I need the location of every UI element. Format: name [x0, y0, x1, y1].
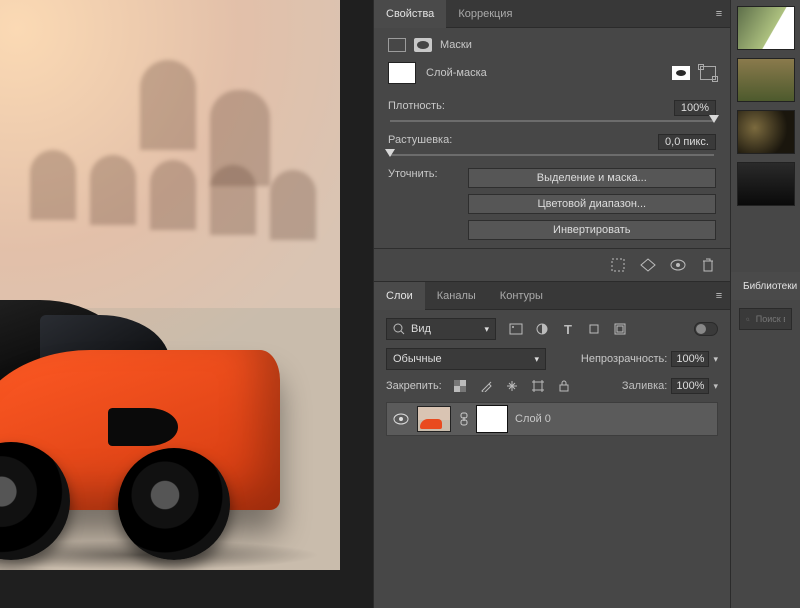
density-slider[interactable]: Плотность: 100% — [388, 100, 716, 122]
filter-toggle[interactable] — [694, 322, 718, 336]
filter-type-icon[interactable]: T — [560, 321, 576, 337]
layer-name[interactable]: Слой 0 — [515, 413, 551, 425]
layers-panel-menu-icon[interactable]: ≡ — [708, 290, 730, 302]
layer-mask-thumbnail[interactable] — [477, 406, 507, 432]
lock-artboard-icon[interactable] — [530, 378, 546, 394]
layer-filter-kind: Вид — [411, 323, 431, 335]
lock-label: Закрепить: — [386, 380, 442, 392]
stock-thumb[interactable] — [737, 58, 795, 102]
delete-mask-icon[interactable] — [700, 257, 716, 273]
tab-layers[interactable]: Слои — [374, 282, 425, 310]
tab-adjustments[interactable]: Коррекция — [446, 0, 524, 28]
properties-tabbar: Свойства Коррекция ≡ — [374, 0, 730, 28]
properties-panel-menu-icon[interactable]: ≡ — [708, 8, 730, 20]
layer-visibility-icon[interactable] — [393, 411, 409, 427]
tab-properties[interactable]: Свойства — [374, 0, 446, 28]
lock-transparency-icon[interactable] — [452, 378, 468, 394]
layer-row[interactable]: Слой 0 — [386, 402, 718, 436]
lock-position-icon[interactable] — [504, 378, 520, 394]
libraries-search-input[interactable]: Поиск в Adobe Stock — [739, 308, 792, 330]
filter-adjustment-icon[interactable] — [534, 321, 550, 337]
mask-thumbnail[interactable] — [388, 62, 416, 84]
filter-smartobj-icon[interactable] — [612, 321, 628, 337]
blend-mode-value: Обычные — [393, 353, 442, 365]
disable-mask-icon[interactable] — [670, 257, 686, 273]
filter-pixel-icon[interactable] — [508, 321, 524, 337]
select-and-mask-button[interactable]: Выделение и маска... — [468, 168, 716, 188]
filter-shape-icon[interactable] — [586, 321, 602, 337]
feather-slider[interactable]: Растушевка: 0,0 пикс. — [388, 134, 716, 156]
mask-link-icon[interactable] — [459, 412, 469, 426]
stock-thumb[interactable] — [737, 110, 795, 154]
properties-footer — [374, 248, 730, 282]
layers-tabbar: Слои Каналы Контуры ≡ — [374, 282, 730, 310]
tab-libraries[interactable]: Библиотеки — [731, 272, 800, 300]
stock-thumbnails — [731, 0, 800, 212]
opacity-value[interactable]: 100% — [671, 351, 709, 367]
color-range-button[interactable]: Цветовой диапазон... — [468, 194, 716, 214]
layer-thumbnail[interactable] — [417, 406, 451, 432]
tab-channels[interactable]: Каналы — [425, 282, 488, 310]
lock-pixels-icon[interactable] — [478, 378, 494, 394]
layer-filter-select[interactable]: Вид ▾ — [386, 318, 496, 340]
canvas-area[interactable] — [0, 0, 373, 608]
pixel-mask-mode-icon[interactable] — [388, 38, 406, 52]
density-value[interactable]: 100% — [674, 100, 716, 116]
mask-mode-icon[interactable] — [414, 38, 432, 52]
fill-value[interactable]: 100% — [671, 378, 709, 394]
search-icon — [393, 323, 405, 335]
density-label: Плотность: — [388, 100, 445, 116]
feather-label: Растушевка: — [388, 134, 452, 150]
stock-thumb[interactable] — [737, 6, 795, 50]
stock-thumb[interactable] — [737, 162, 795, 206]
load-selection-icon[interactable] — [610, 257, 626, 273]
libraries-tabbar: Библиотеки — [731, 272, 800, 300]
opacity-label: Непрозрачность: — [581, 353, 667, 365]
tab-paths[interactable]: Контуры — [488, 282, 555, 310]
search-icon — [746, 314, 750, 325]
masks-title: Маски — [440, 39, 472, 51]
apply-mask-icon[interactable] — [640, 257, 656, 273]
feather-value[interactable]: 0,0 пикс. — [658, 134, 716, 150]
search-placeholder: Поиск в Adobe Stock — [756, 314, 785, 324]
refine-label: Уточнить: — [388, 168, 438, 180]
fill-label: Заливка: — [622, 380, 667, 392]
add-pixel-mask-icon[interactable] — [672, 66, 690, 80]
document-canvas[interactable] — [0, 0, 340, 570]
mask-type-label: Слой-маска — [426, 67, 487, 79]
blend-mode-select[interactable]: Обычные ▾ — [386, 348, 546, 370]
add-vector-mask-icon[interactable] — [700, 66, 716, 80]
invert-button[interactable]: Инвертировать — [468, 220, 716, 240]
opacity-caret-icon[interactable]: ▾ — [713, 354, 718, 365]
lock-all-icon[interactable] — [556, 378, 572, 394]
fill-caret-icon[interactable]: ▾ — [713, 381, 718, 392]
